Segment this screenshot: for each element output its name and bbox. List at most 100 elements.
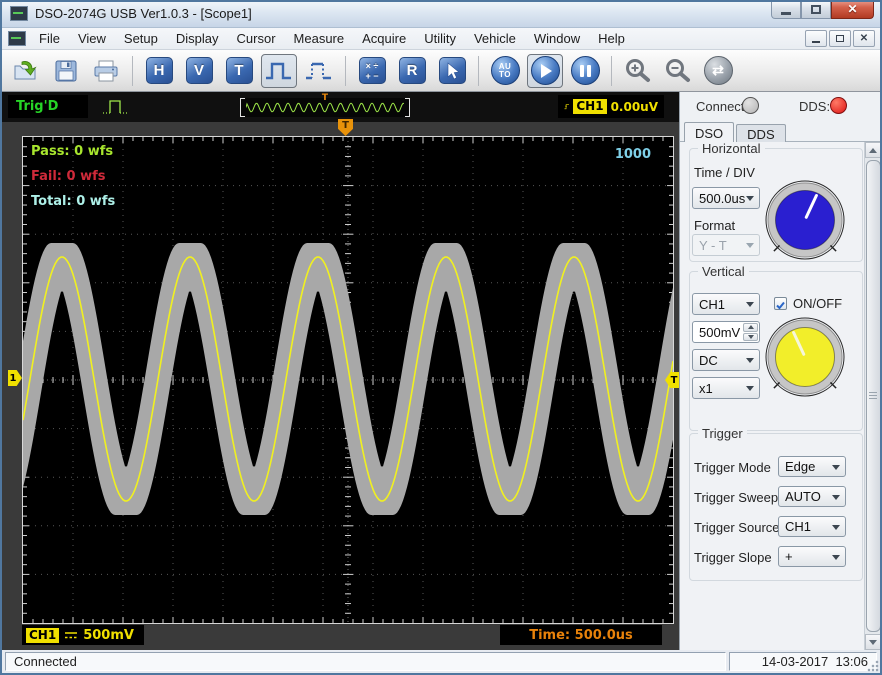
- trigger-source-select[interactable]: CH1: [778, 516, 846, 537]
- autoset-button[interactable]: AU TO: [487, 54, 523, 88]
- volts-per-div: 500mV: [83, 627, 134, 643]
- total-counter: Total: 0 wfs: [31, 194, 116, 209]
- pulse-dashed-icon: [306, 62, 331, 79]
- chevron-down-icon: [746, 302, 754, 307]
- horizontal-cursor-button[interactable]: H: [141, 54, 177, 88]
- mdi-restore-button[interactable]: [829, 30, 851, 47]
- print-button[interactable]: [88, 54, 124, 88]
- spin-down-icon[interactable]: [743, 332, 758, 341]
- vertical-cursor-button[interactable]: V: [181, 54, 217, 88]
- pass-fail-edit-button[interactable]: [301, 54, 337, 88]
- run-button[interactable]: [527, 53, 563, 88]
- toolbar: H V T × ÷ + − R AU TO ⇄: [2, 50, 880, 92]
- menu-acquire[interactable]: Acquire: [353, 29, 415, 48]
- volts-div-spinner[interactable]: 500mV: [692, 321, 760, 343]
- dds-indicator: [830, 97, 847, 114]
- onoff-label: ON/OFF: [793, 296, 843, 311]
- menu-view[interactable]: View: [69, 29, 115, 48]
- title-bar: DSO-2074G USB Ver1.0.3 - [Scope1] ✕: [0, 0, 882, 28]
- time-div-select[interactable]: 500.0us: [692, 187, 760, 209]
- dc-coupling-icon: [65, 631, 78, 638]
- trigger-sweep-label: Trigger Sweep: [694, 490, 779, 505]
- menu-bar: File View Setup Display Cursor Measure A…: [2, 28, 880, 50]
- pass-counter: Pass: 0 wfs: [31, 144, 114, 159]
- channel-select[interactable]: CH1: [692, 293, 760, 315]
- connect-label: Connect:: [696, 99, 749, 114]
- zoom-out-button[interactable]: [660, 54, 696, 88]
- maximize-button[interactable]: [801, 0, 831, 19]
- trigger-cursor-button[interactable]: T: [221, 54, 257, 88]
- panel-scrollbar[interactable]: [864, 142, 881, 650]
- resize-grip[interactable]: [867, 660, 879, 672]
- mdi-close-button[interactable]: ✕: [853, 30, 875, 47]
- menu-utility[interactable]: Utility: [415, 29, 465, 48]
- mdi-minimize-button[interactable]: [805, 30, 827, 47]
- pointer-button[interactable]: [434, 54, 470, 88]
- chevron-down-icon: [746, 358, 754, 363]
- trigger-group-title: Trigger: [698, 426, 747, 441]
- close-button[interactable]: ✕: [831, 0, 874, 19]
- menu-measure[interactable]: Measure: [285, 29, 354, 48]
- scope-graticule-and-wave: [23, 137, 673, 623]
- menu-vehicle[interactable]: Vehicle: [465, 29, 525, 48]
- trigger-channel-chip: CH1: [573, 99, 607, 114]
- zoom-in-button[interactable]: [620, 54, 656, 88]
- trigger-readout: CH1 0.00uV: [558, 95, 664, 118]
- channel1-level-marker[interactable]: 1: [8, 370, 22, 386]
- coupling-select[interactable]: DC: [692, 349, 760, 371]
- probe-select[interactable]: x1: [692, 377, 760, 399]
- format-label: Format: [694, 218, 736, 233]
- chevron-down-icon: [832, 465, 840, 470]
- toolbar-separator: [132, 55, 133, 86]
- status-bar: Connected 14-03-2017 13:06: [2, 650, 880, 673]
- horizontal-knob[interactable]: [765, 180, 845, 260]
- menu-cursor[interactable]: Cursor: [228, 29, 285, 48]
- menu-setup[interactable]: Setup: [115, 29, 167, 48]
- scrollbar-thumb[interactable]: [866, 160, 881, 632]
- window-title: DSO-2074G USB Ver1.0.3 - [Scope1]: [35, 6, 252, 21]
- mdi-child-icon[interactable]: [8, 31, 26, 46]
- waveform-preview[interactable]: T: [240, 93, 410, 117]
- menu-help[interactable]: Help: [589, 29, 634, 48]
- menu-window[interactable]: Window: [525, 29, 589, 48]
- vertical-knob[interactable]: [765, 317, 845, 397]
- control-panel: Connect: DDS: DSO DDS Horizontal Time / …: [679, 92, 881, 650]
- menu-display[interactable]: Display: [167, 29, 228, 48]
- reference-button[interactable]: R: [394, 54, 430, 88]
- tab-dds[interactable]: DDS: [736, 124, 786, 142]
- pause-button[interactable]: [567, 54, 603, 88]
- scope-region: Trig'D T CH1 0.00uV Pass: 0 wfs Fail: 0 …: [2, 92, 679, 650]
- open-folder-icon: [14, 60, 37, 79]
- minimize-button[interactable]: [771, 0, 801, 19]
- save-button[interactable]: [48, 54, 84, 88]
- chevron-down-icon: [746, 386, 754, 391]
- trigger-slope-select[interactable]: +: [778, 546, 846, 567]
- mdi-minimize-icon: [812, 41, 820, 43]
- chevron-down-icon: [832, 525, 840, 530]
- trigger-mode-select[interactable]: Edge: [778, 456, 846, 477]
- channel-chip: CH1: [26, 627, 60, 643]
- mdi-restore-icon: [836, 35, 844, 42]
- pass-fail-mask-button[interactable]: [261, 53, 297, 88]
- trigger-position-marker[interactable]: T: [338, 119, 353, 136]
- trigger-group: Trigger Trigger Mode Edge Trigger Sweep …: [689, 426, 863, 581]
- math-button[interactable]: × ÷ + −: [354, 54, 390, 88]
- channel-onoff-checkbox[interactable]: [774, 297, 787, 310]
- preview-wave: [246, 102, 404, 113]
- tab-dso[interactable]: DSO: [684, 122, 735, 142]
- scroll-down-button[interactable]: [865, 634, 881, 650]
- app-icon: [10, 6, 28, 21]
- chevron-down-icon: [746, 196, 754, 201]
- transfer-button[interactable]: ⇄: [700, 54, 736, 88]
- dds-label: DDS:: [799, 99, 831, 114]
- scroll-up-button[interactable]: [865, 142, 881, 158]
- spin-up-icon[interactable]: [743, 323, 758, 332]
- close-icon: ✕: [847, 2, 858, 16]
- trigger-sweep-select[interactable]: AUTO: [778, 486, 846, 507]
- open-button[interactable]: [8, 54, 44, 88]
- format-select: Y - T: [692, 234, 760, 256]
- menu-file[interactable]: File: [30, 29, 69, 48]
- h-icon: H: [145, 57, 173, 84]
- toolbar-separator: [478, 55, 479, 86]
- connection-row: Connect: DDS:: [680, 92, 880, 122]
